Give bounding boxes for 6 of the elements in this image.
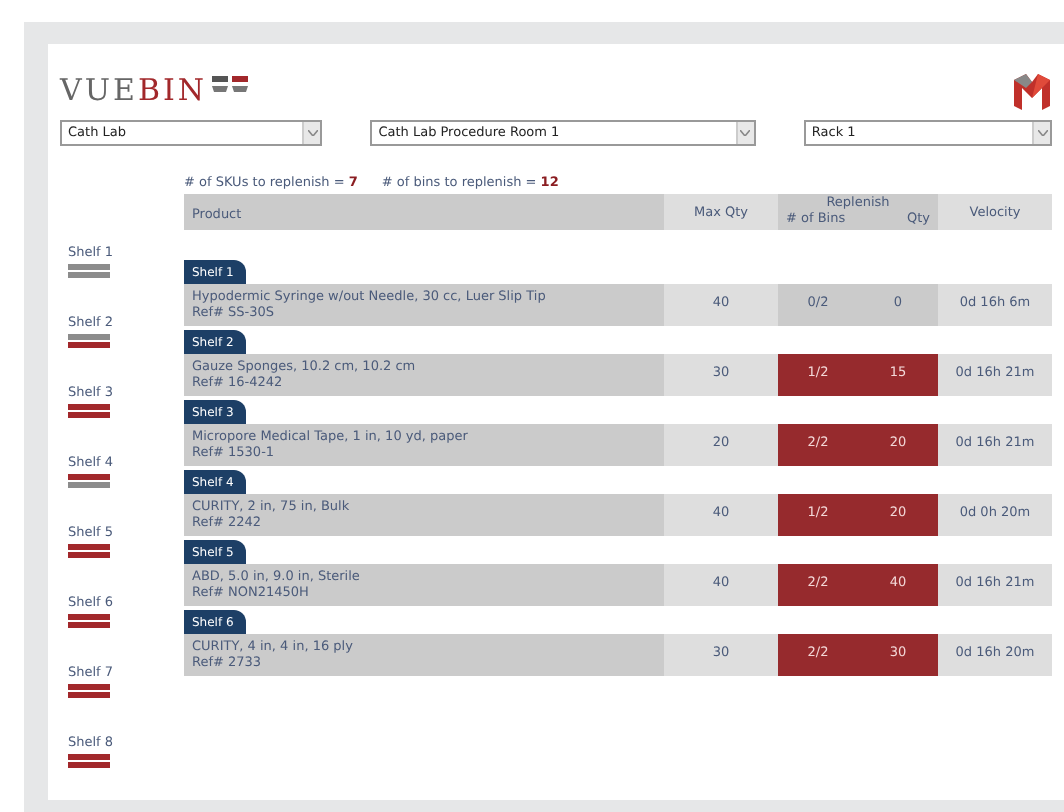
logo-icon	[211, 75, 248, 93]
logo-text: VUEBIN	[60, 75, 208, 105]
caret-icon	[740, 130, 751, 136]
brand-icon	[1012, 70, 1052, 110]
caret-icon	[1037, 130, 1048, 136]
caret-icon	[307, 130, 318, 136]
